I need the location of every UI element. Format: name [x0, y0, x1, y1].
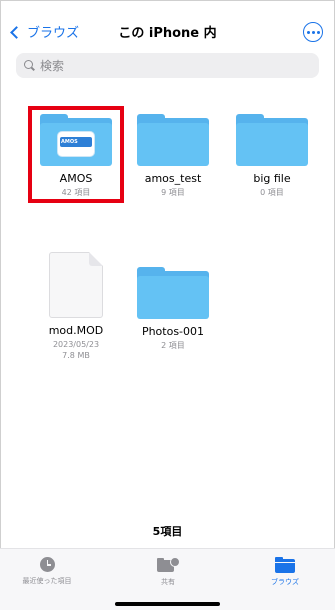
folder-icon: [137, 267, 209, 319]
clock-icon: [39, 557, 55, 572]
navigation-bar: ブラウズ この iPhone 内: [0, 0, 335, 50]
selection-highlight-box: [28, 106, 124, 203]
file-item-mod[interactable]: mod.MOD 2023/05/23 7.8 MB: [34, 252, 118, 361]
folder-item-amos-test[interactable]: amos_test 9 項目: [131, 114, 215, 198]
search-bar[interactable]: [16, 53, 319, 78]
page-title: この iPhone 内: [118, 26, 217, 41]
tab-label: ブラウズ: [271, 578, 299, 586]
item-count-summary: 5項目: [152, 525, 183, 538]
tab-browse[interactable]: ブラウズ: [240, 557, 330, 587]
item-name: mod.MOD: [48, 324, 104, 337]
shared-folder-icon: [155, 557, 181, 573]
tab-label: 最近使った項目: [22, 577, 72, 585]
item-size: 7.8 MB: [62, 351, 90, 360]
item-count: 0 項目: [260, 188, 284, 197]
item-name: amos_test: [144, 172, 202, 185]
tab-label: 共有: [161, 578, 175, 586]
item-name: Photos-001: [141, 325, 205, 338]
item-name: big file: [253, 172, 291, 185]
search-icon: [24, 60, 35, 71]
folder-icon: [137, 114, 209, 166]
tab-bar: 最近使った項目 共有 ブラウズ: [0, 548, 335, 610]
tab-recent[interactable]: 最近使った項目: [2, 557, 92, 586]
home-indicator: [115, 602, 220, 606]
tab-shared[interactable]: 共有: [123, 557, 213, 587]
item-count: 2 項目: [161, 341, 185, 350]
folder-icon: [275, 557, 295, 573]
folder-icon: [236, 114, 308, 166]
folder-item-big-file[interactable]: big file 0 項目: [230, 114, 314, 198]
item-date: 2023/05/23: [52, 340, 100, 349]
search-input[interactable]: [40, 58, 290, 73]
more-options-button[interactable]: [303, 22, 323, 42]
item-count: 9 項目: [161, 188, 185, 197]
document-icon: [49, 252, 103, 318]
folder-item-photos-001[interactable]: Photos-001 2 項目: [131, 267, 215, 351]
ellipsis-circle-icon: [306, 30, 310, 34]
